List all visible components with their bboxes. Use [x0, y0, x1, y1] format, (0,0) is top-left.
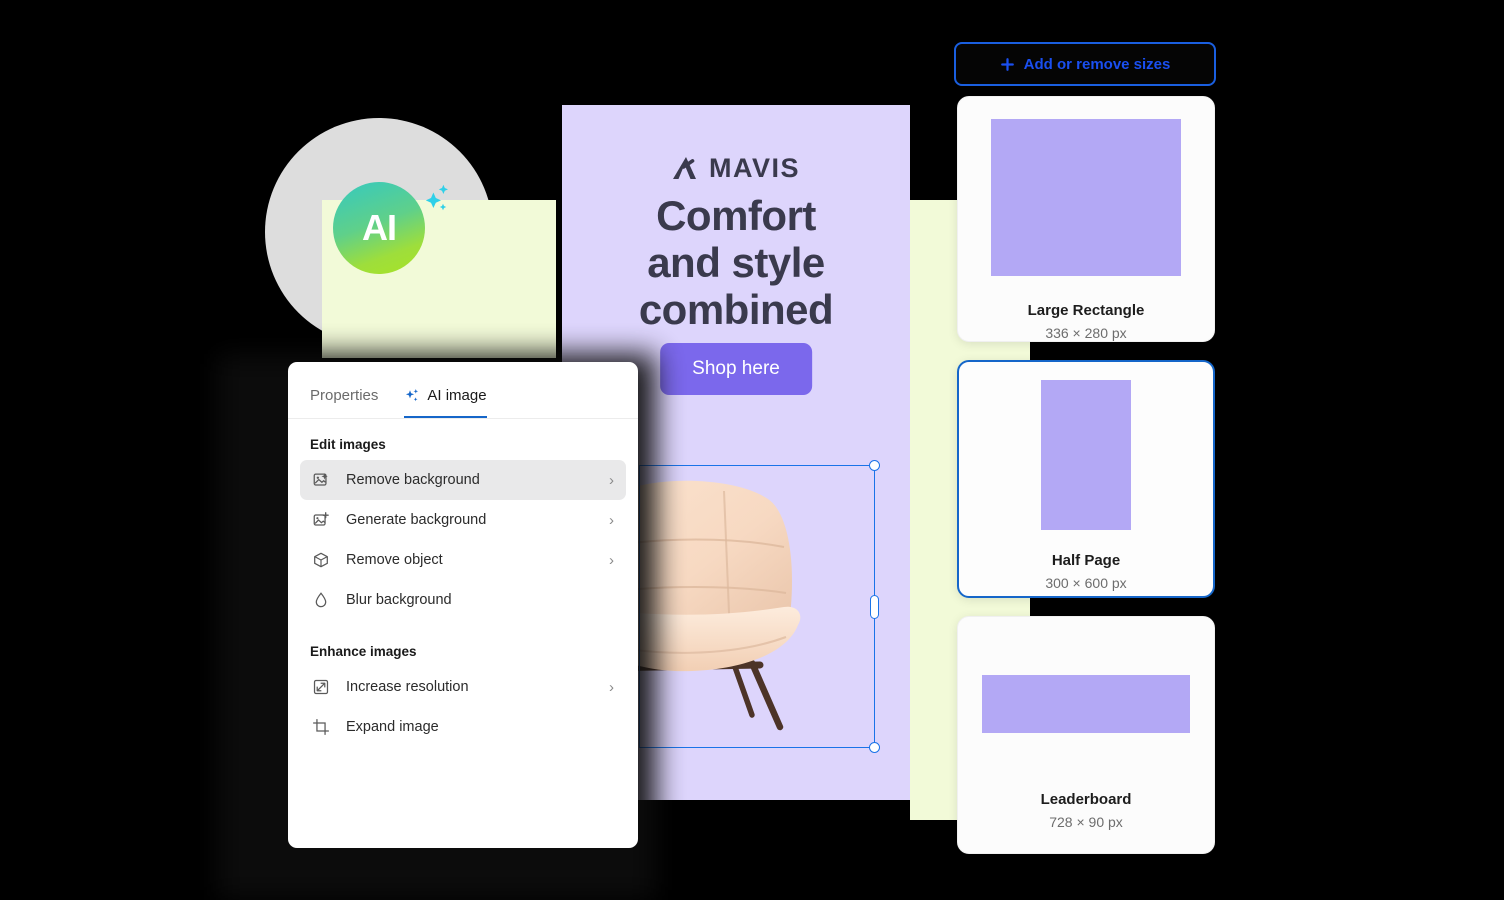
add-or-remove-sizes-label: Add or remove sizes [1023, 55, 1171, 73]
crop-icon [312, 718, 330, 736]
image-erase-icon [313, 473, 328, 486]
ai-badge-label: AI [362, 207, 397, 248]
size-card-name: Large Rectangle [1027, 302, 1145, 319]
plus-icon [1000, 57, 1014, 71]
size-thumbnail [1041, 380, 1131, 530]
chevron-right-icon: › [609, 678, 614, 696]
menu-item-expand-image[interactable]: Expand image [300, 707, 626, 747]
chevron-right-icon: › [609, 551, 614, 569]
size-card-large-rectangle[interactable]: Large Rectangle 336 × 280 px [957, 96, 1215, 342]
cube-icon [314, 552, 328, 568]
headline-line-3: combined [638, 286, 834, 333]
ai-image-properties-panel: Properties AI image Edit images Remove b… [288, 362, 638, 848]
menu-item-blur-background[interactable]: Blur background [300, 580, 626, 620]
panel-tabs: Properties AI image [288, 362, 638, 419]
headline-line-1: Comfort [656, 192, 816, 239]
ai-badge-icon: AI [333, 182, 425, 274]
menu-item-label: Increase resolution [346, 679, 469, 695]
section-title-edit-images: Edit images [310, 437, 386, 452]
add-or-remove-sizes-button[interactable]: Add or remove sizes [954, 42, 1216, 86]
menu-item-label: Generate background [346, 512, 487, 528]
size-thumbnail [991, 119, 1181, 276]
menu-item-label: Blur background [346, 592, 452, 608]
size-card-name: Half Page [1051, 552, 1121, 569]
size-card-dimensions: 728 × 90 px [1049, 814, 1123, 830]
expand-arrows-icon [313, 679, 329, 695]
banner-headline: Comfort and style combined [562, 195, 910, 336]
tab-properties-label: Properties [310, 387, 379, 404]
sparkles-icon [425, 184, 448, 211]
mavis-logomark-icon [672, 157, 696, 179]
tab-properties[interactable]: Properties [310, 387, 378, 418]
menu-item-remove-background[interactable]: Remove background › [300, 460, 626, 500]
menu-item-label: Expand image [346, 719, 439, 735]
menu-item-generate-background[interactable]: Generate background › [300, 500, 626, 540]
size-card-leaderboard[interactable]: Leaderboard 728 × 90 px [957, 616, 1215, 854]
section-title-enhance-images: Enhance images [310, 644, 417, 659]
tab-ai-image-label: AI image [427, 387, 487, 404]
chevron-right-icon: › [609, 471, 614, 489]
sparkle-icon [406, 388, 419, 401]
menu-item-label: Remove background [346, 472, 480, 488]
menu-item-remove-object[interactable]: Remove object › [300, 540, 626, 580]
tab-ai-image[interactable]: AI image [404, 387, 487, 418]
chevron-right-icon: › [609, 511, 614, 529]
shop-here-button[interactable]: Shop here [660, 343, 812, 395]
droplet-icon [315, 592, 327, 608]
size-card-name: Leaderboard [1040, 791, 1132, 808]
headline-line-2: and style [647, 239, 825, 286]
size-card-dimensions: 336 × 280 px [1045, 325, 1127, 341]
banner-logo: MAVIS [562, 153, 910, 184]
size-card-dimensions: 300 × 600 px [1045, 575, 1127, 591]
size-card-half-page[interactable]: Half Page 300 × 600 px [957, 360, 1215, 598]
app-canvas: AI MAVIS Comfort and style combined Shop… [0, 0, 1504, 900]
menu-item-increase-resolution[interactable]: Increase resolution › [300, 667, 626, 707]
brand-name: MAVIS [708, 153, 800, 183]
size-thumbnail [982, 675, 1190, 733]
image-plus-icon [313, 512, 329, 526]
menu-item-label: Remove object [346, 552, 443, 568]
